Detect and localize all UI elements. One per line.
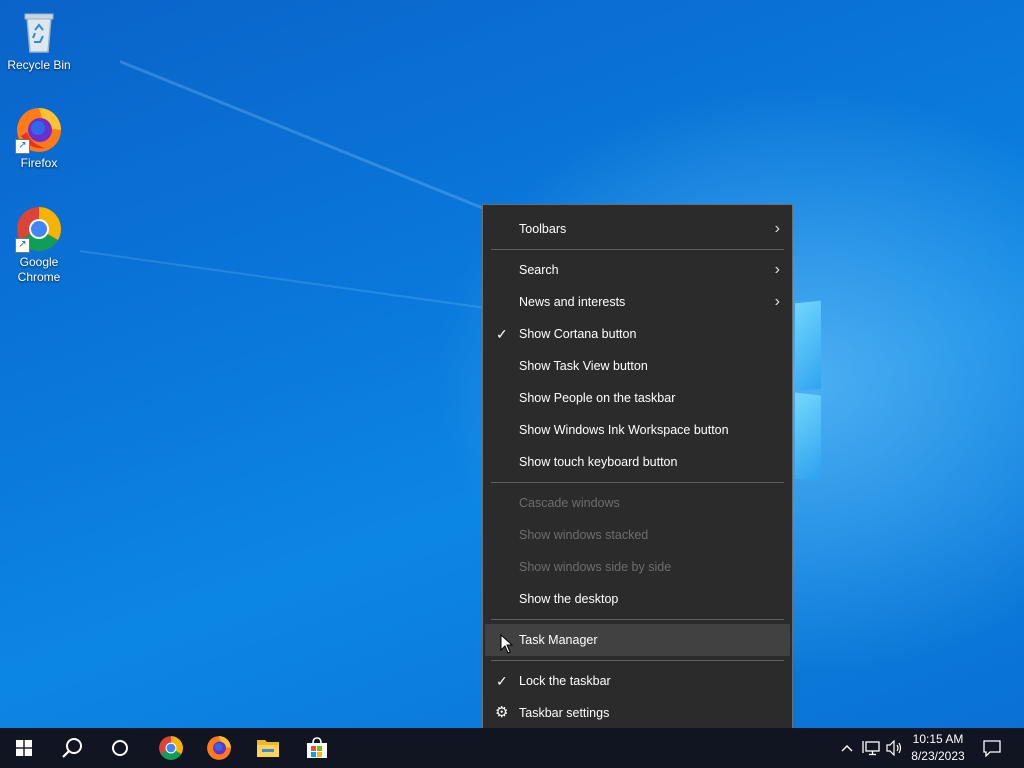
menu-item-lock-taskbar[interactable]: ✓ Lock the taskbar bbox=[485, 665, 790, 697]
desktop-icon-recycle-bin[interactable]: Recycle Bin bbox=[1, 8, 77, 73]
checkmark-icon: ✓ bbox=[496, 673, 508, 689]
chrome-icon: ↗ bbox=[15, 205, 63, 253]
menu-item-label: Lock the taskbar bbox=[519, 674, 611, 688]
notification-icon bbox=[983, 739, 1001, 757]
chrome-icon bbox=[159, 736, 183, 760]
desktop-icon-label: Google Chrome bbox=[17, 255, 61, 284]
firefox-icon: ↗ bbox=[15, 106, 63, 154]
menu-item-label: Task Manager bbox=[519, 633, 598, 647]
checkmark-icon: ✓ bbox=[496, 326, 508, 342]
microsoft-store-icon bbox=[307, 737, 327, 758]
chevron-up-icon bbox=[841, 745, 853, 752]
menu-item-label: Toolbars bbox=[519, 222, 567, 236]
menu-separator bbox=[491, 619, 784, 620]
action-center-button[interactable] bbox=[978, 728, 1006, 768]
menu-item-show-touch-keyboard[interactable]: Show touch keyboard button bbox=[485, 446, 790, 478]
menu-item-label: Show Windows Ink Workspace button bbox=[519, 423, 729, 437]
chevron-right-icon: › bbox=[774, 220, 780, 237]
menu-item-show-desktop[interactable]: Show the desktop bbox=[485, 583, 790, 615]
chevron-right-icon: › bbox=[774, 293, 780, 310]
menu-separator bbox=[491, 249, 784, 250]
mouse-cursor-icon bbox=[500, 633, 514, 659]
menu-item-show-cortana[interactable]: ✓ Show Cortana button bbox=[485, 318, 790, 350]
menu-item-label: Show windows side by side bbox=[519, 560, 672, 574]
taskbar-clock[interactable]: 10:15 AM 8/23/2023 bbox=[900, 731, 976, 765]
menu-item-show-ink-workspace[interactable]: Show Windows Ink Workspace button bbox=[485, 414, 790, 446]
shortcut-arrow-icon: ↗ bbox=[15, 238, 30, 253]
menu-item-label: Show Task View button bbox=[519, 359, 648, 373]
clock-date: 8/23/2023 bbox=[911, 749, 965, 763]
menu-item-label: Show touch keyboard button bbox=[519, 455, 678, 469]
shortcut-arrow-icon: ↗ bbox=[15, 139, 30, 154]
start-button[interactable] bbox=[0, 728, 48, 768]
menu-item-taskbar-settings[interactable]: ⚙ Taskbar settings bbox=[485, 697, 790, 729]
menu-item-show-side-by-side: Show windows side by side bbox=[485, 551, 790, 583]
menu-separator bbox=[491, 482, 784, 483]
desktop-icon-label: Firefox bbox=[20, 156, 58, 170]
desktop-icon-firefox[interactable]: ↗ Firefox bbox=[1, 106, 77, 171]
menu-item-cascade-windows: Cascade windows bbox=[485, 487, 790, 519]
menu-item-label: Cascade windows bbox=[519, 496, 620, 510]
menu-item-task-manager[interactable]: Task Manager bbox=[485, 624, 790, 656]
menu-item-label: Show People on the taskbar bbox=[519, 391, 676, 405]
cortana-button[interactable] bbox=[96, 728, 144, 768]
menu-item-label: Taskbar settings bbox=[519, 706, 610, 720]
taskbar-firefox-button[interactable] bbox=[195, 728, 243, 768]
gear-icon: ⚙ bbox=[495, 704, 509, 721]
search-icon bbox=[62, 738, 82, 758]
menu-item-label: News and interests bbox=[519, 295, 626, 309]
menu-item-show-people[interactable]: Show People on the taskbar bbox=[485, 382, 790, 414]
chevron-right-icon: › bbox=[774, 261, 780, 278]
taskbar-file-explorer-button[interactable] bbox=[244, 728, 292, 768]
clock-time: 10:15 AM bbox=[912, 732, 964, 746]
menu-item-label: Show the desktop bbox=[519, 592, 619, 606]
network-icon bbox=[862, 741, 880, 756]
menu-item-show-task-view[interactable]: Show Task View button bbox=[485, 350, 790, 382]
taskbar-chrome-button[interactable] bbox=[147, 728, 195, 768]
cortana-icon bbox=[112, 740, 128, 756]
menu-item-search[interactable]: Search › bbox=[485, 254, 790, 286]
menu-item-label: Show windows stacked bbox=[519, 528, 649, 542]
menu-item-news-and-interests[interactable]: News and interests › bbox=[485, 286, 790, 318]
desktop-icon-google-chrome[interactable]: ↗ Google Chrome bbox=[1, 205, 77, 285]
menu-item-toolbars[interactable]: Toolbars › bbox=[485, 213, 790, 245]
taskbar: 10:15 AM 8/23/2023 bbox=[0, 728, 1024, 768]
taskbar-search-button[interactable] bbox=[48, 728, 96, 768]
taskbar-context-menu: Toolbars › Search › News and interests ›… bbox=[482, 204, 793, 737]
menu-item-show-stacked: Show windows stacked bbox=[485, 519, 790, 551]
menu-separator bbox=[491, 660, 784, 661]
start-icon bbox=[16, 740, 32, 756]
recycle-bin-icon bbox=[15, 8, 63, 56]
show-hidden-icons-button[interactable] bbox=[838, 728, 856, 768]
taskbar-microsoft-store-button[interactable] bbox=[293, 728, 341, 768]
desktop-icon-label: Recycle Bin bbox=[7, 58, 71, 72]
menu-item-label: Show Cortana button bbox=[519, 327, 637, 341]
firefox-icon bbox=[207, 736, 231, 760]
network-tray-button[interactable] bbox=[860, 728, 882, 768]
file-explorer-icon bbox=[257, 740, 279, 757]
menu-item-label: Search bbox=[519, 263, 559, 277]
